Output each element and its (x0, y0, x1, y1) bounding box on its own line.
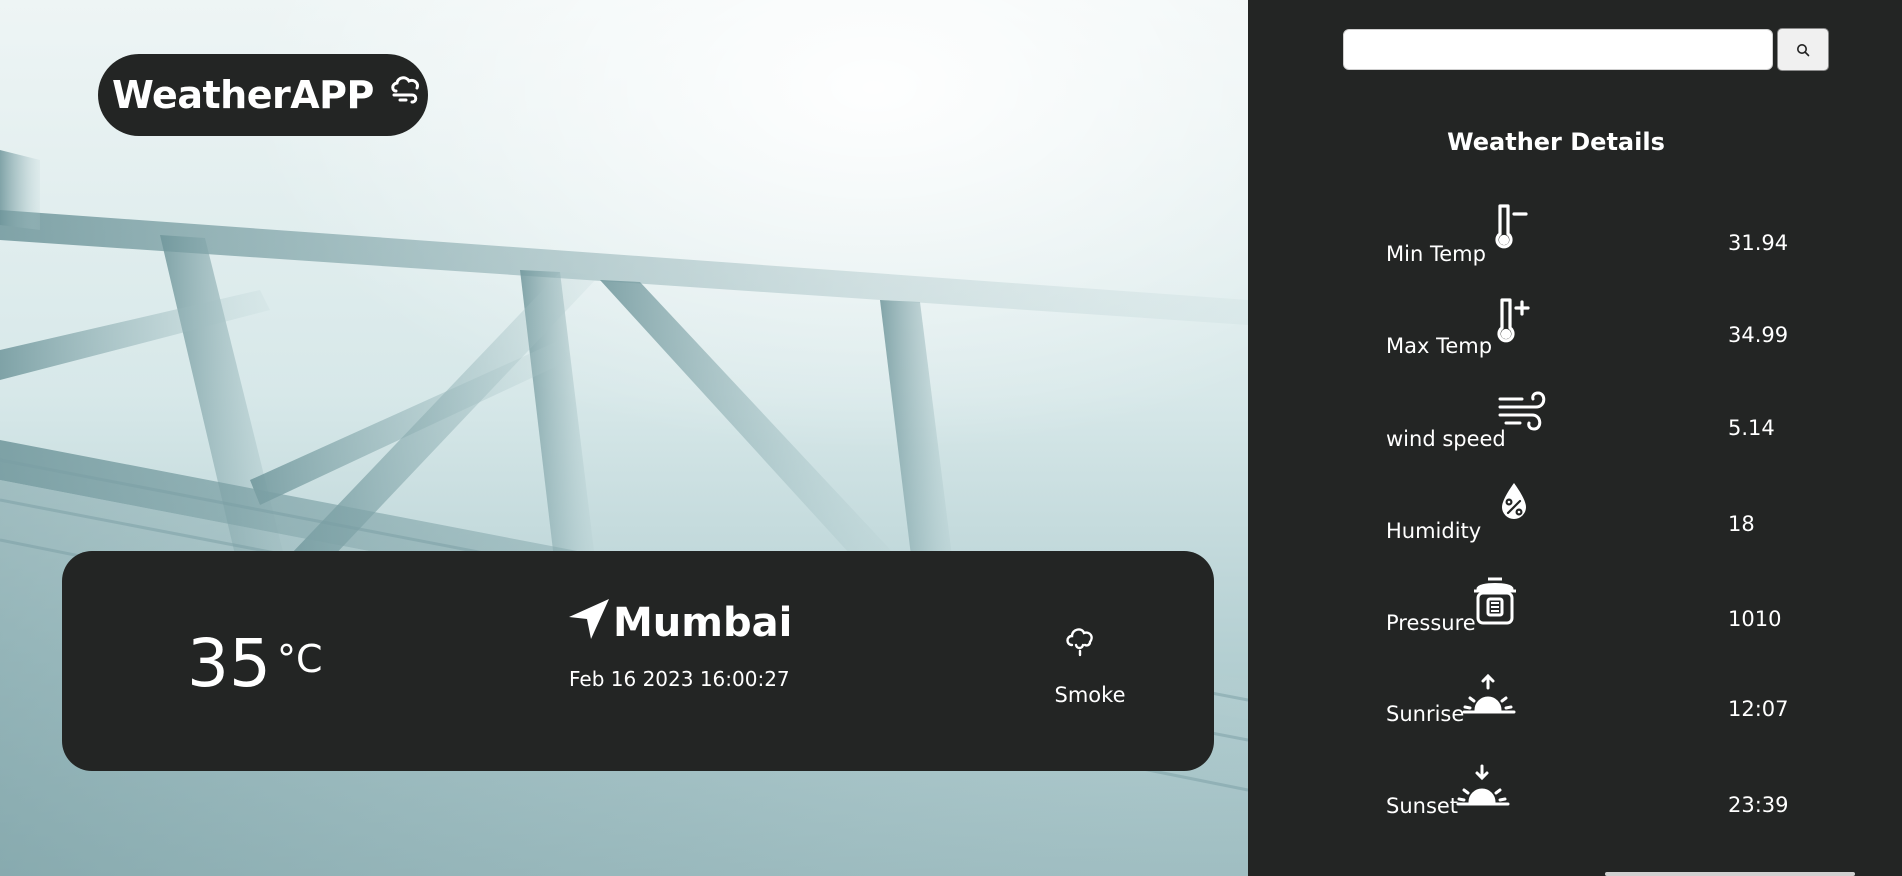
detail-label: Sunset (1386, 794, 1459, 818)
temperature-value: 35 (187, 625, 271, 702)
temperature-display: 35 °C (187, 631, 323, 697)
cloud-wind-icon (391, 76, 419, 104)
detail-value: 1010 (1728, 607, 1782, 631)
search-icon (1797, 43, 1810, 56)
detail-label: Min Temp (1386, 242, 1486, 266)
detail-row-max-temp: Max Temp 34.99 (1386, 278, 1806, 358)
weather-details-title: Weather Details (1447, 128, 1665, 156)
background-image: WeatherAPP 35 °C Mumbai Feb 16 2023 16:0… (0, 0, 1248, 876)
thermometer-plus-icon (1497, 298, 1530, 343)
detail-value: 31.94 (1728, 231, 1789, 255)
date-time: Feb 16 2023 16:00:27 (569, 667, 790, 691)
detail-row-pressure: Pressure 1010 (1386, 555, 1806, 635)
location-block: Mumbai Feb 16 2023 16:00:27 (567, 597, 792, 691)
search-input[interactable] (1343, 29, 1773, 70)
wind-icon (1498, 391, 1546, 431)
sunset-icon (1456, 764, 1510, 806)
app-title: WeatherAPP (112, 73, 374, 117)
detail-row-humidity: Humidity 18 (1386, 463, 1806, 543)
detail-label: Sunrise (1386, 702, 1465, 726)
detail-label: Pressure (1386, 611, 1476, 635)
detail-row-sunset: Sunset 23:39 (1386, 738, 1806, 818)
detail-value: 34.99 (1728, 323, 1789, 347)
details-panel: Weather Details Min Temp 31.94 Max Temp … (1248, 0, 1902, 876)
detail-row-wind-speed: wind speed 5.14 (1386, 371, 1806, 451)
detail-label: wind speed (1386, 427, 1506, 451)
detail-value: 5.14 (1728, 416, 1775, 440)
current-weather-card: 35 °C Mumbai Feb 16 2023 16:00:27 Smoke (62, 551, 1214, 771)
detail-label: Max Temp (1386, 334, 1493, 358)
humidity-drop-icon (1502, 483, 1526, 519)
thermometer-minus-icon (1495, 204, 1528, 249)
detail-row-min-temp: Min Temp 31.94 (1386, 186, 1806, 266)
pressure-cooker-icon (1474, 577, 1516, 625)
detail-value: 23:39 (1728, 793, 1789, 817)
temperature-unit: °C (276, 637, 323, 681)
sunrise-icon (1462, 673, 1516, 714)
smoke-cloud-icon (1066, 628, 1093, 657)
detail-label: Humidity (1386, 519, 1482, 543)
detail-row-sunrise: Sunrise 12:07 (1386, 646, 1806, 726)
detail-value: 18 (1728, 512, 1755, 536)
condition-text: Smoke (1054, 683, 1126, 707)
navigation-arrow-icon (569, 599, 609, 639)
app-brand: WeatherAPP (98, 54, 428, 136)
condition-block: Smoke (1022, 621, 1162, 707)
horizontal-scrollbar[interactable] (1605, 872, 1855, 876)
detail-value: 12:07 (1728, 697, 1789, 721)
city-name: Mumbai (613, 600, 793, 646)
search-button[interactable] (1777, 28, 1829, 71)
